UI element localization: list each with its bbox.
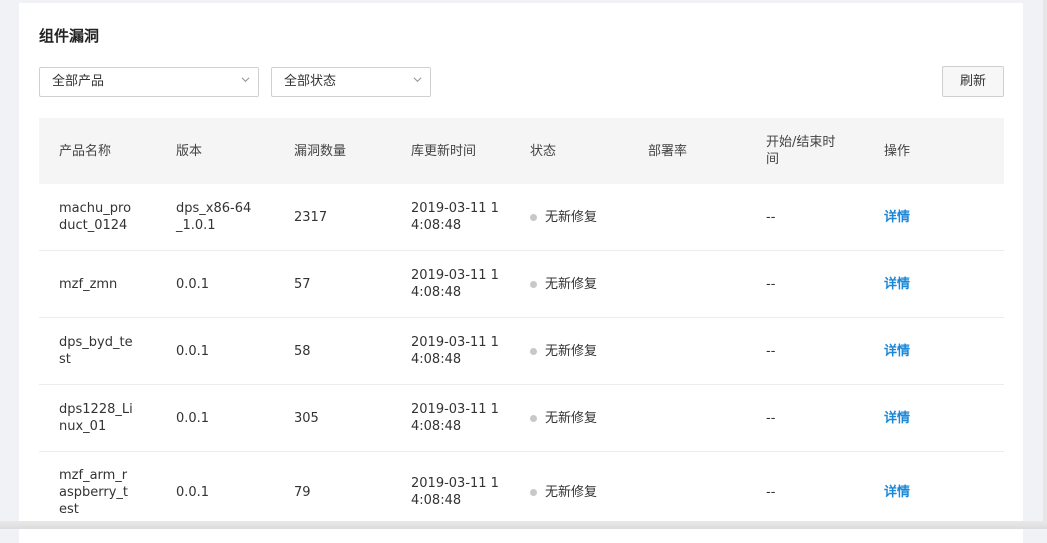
deploy-rate [648, 251, 738, 317]
update-time: 2019-03-11 14:08:48 [411, 335, 499, 367]
status-dot-icon [530, 488, 537, 496]
vulnerability-table: 产品名称 版本 漏洞数量 库更新时间 状态 部署率 开始/结束时间 操作 mac… [39, 118, 1004, 532]
update-time: 2019-03-11 14:08:48 [411, 201, 499, 233]
status-cell: 无新修复 [530, 452, 620, 532]
product-name: dps1228_Linux_01 [59, 402, 133, 434]
status-text: 无新修复 [545, 209, 598, 225]
column-header-product-name: 产品名称 [59, 143, 112, 159]
page-title: 组件漏洞 [39, 27, 100, 45]
product-filter-select[interactable]: 全部产品 [39, 67, 259, 97]
table-row: dps1228_Linux_01 0.0.1 305 2019-03-11 14… [39, 385, 1004, 452]
version: dps_x86-64_1.0.1 [176, 201, 252, 233]
table-row: dps_byd_test 0.0.1 58 2019-03-11 14:08:4… [39, 318, 1004, 385]
deploy-rate [648, 318, 738, 384]
version: 0.0.1 [176, 484, 210, 500]
product-name: dps_byd_test [59, 335, 133, 367]
update-time: 2019-03-11 14:08:48 [411, 476, 499, 508]
status-dot-icon [530, 280, 537, 288]
details-link[interactable]: 详情 [884, 343, 910, 360]
start-end-time: -- [766, 410, 776, 426]
status-text: 无新修复 [545, 276, 598, 292]
status-text: 无新修复 [545, 484, 598, 500]
status-dot-icon [530, 347, 537, 355]
product-filter-value: 全部产品 [52, 74, 105, 89]
column-header-version: 版本 [176, 143, 203, 159]
status-dot-icon [530, 414, 537, 422]
vuln-count: 57 [294, 276, 311, 292]
details-link[interactable]: 详情 [884, 276, 910, 293]
vuln-count: 2317 [294, 209, 328, 225]
deploy-rate [648, 452, 738, 532]
status-cell: 无新修复 [530, 318, 620, 384]
start-end-time: -- [766, 276, 776, 292]
status-cell: 无新修复 [530, 184, 620, 250]
version: 0.0.1 [176, 410, 210, 426]
component-vulnerability-panel: 组件漏洞 全部产品 全部状态 刷新 产品名称 版本 漏洞数量 库更新时间 状态 … [19, 3, 1023, 543]
update-time: 2019-03-11 14:08:48 [411, 268, 499, 300]
details-link[interactable]: 详情 [884, 410, 910, 427]
status-dot-icon [530, 213, 537, 221]
table-row: mzf_arm_raspberry_test 0.0.1 79 2019-03-… [39, 452, 1004, 532]
status-text: 无新修复 [545, 343, 598, 359]
column-header-deploy-rate: 部署率 [648, 143, 688, 159]
column-header-lib-update-time: 库更新时间 [411, 143, 477, 159]
vuln-count: 305 [294, 410, 319, 426]
start-end-time: -- [766, 343, 776, 359]
column-header-start-end-time: 开始/结束时间 [766, 135, 836, 167]
product-name: machu_product_0124 [59, 201, 132, 233]
chevron-down-icon [413, 77, 422, 83]
product-name: mzf_zmn [59, 276, 118, 292]
column-header-status: 状态 [530, 143, 557, 159]
deploy-rate [648, 184, 738, 250]
page-scrollbar[interactable] [1043, 0, 1047, 529]
table-row: mzf_zmn 0.0.1 57 2019-03-11 14:08:48 无新修… [39, 251, 1004, 318]
deploy-rate [648, 385, 738, 451]
status-filter-select[interactable]: 全部状态 [271, 67, 431, 97]
status-filter-value: 全部状态 [284, 74, 337, 89]
chevron-down-icon [241, 77, 250, 83]
bottom-edge-shadow [0, 521, 1047, 529]
column-header-action: 操作 [884, 143, 911, 159]
refresh-button[interactable]: 刷新 [942, 66, 1004, 97]
update-time: 2019-03-11 14:08:48 [411, 402, 499, 434]
table-header: 产品名称 版本 漏洞数量 库更新时间 状态 部署率 开始/结束时间 操作 [39, 118, 1004, 184]
start-end-time: -- [766, 484, 776, 500]
version: 0.0.1 [176, 276, 210, 292]
vuln-count: 58 [294, 343, 311, 359]
status-cell: 无新修复 [530, 385, 620, 451]
details-link[interactable]: 详情 [884, 484, 910, 501]
table-row: machu_product_0124 dps_x86-64_1.0.1 2317… [39, 184, 1004, 251]
vuln-count: 79 [294, 484, 311, 500]
status-cell: 无新修复 [530, 251, 620, 317]
status-text: 无新修复 [545, 410, 598, 426]
details-link[interactable]: 详情 [884, 209, 910, 226]
version: 0.0.1 [176, 343, 210, 359]
product-name: mzf_arm_raspberry_test [59, 467, 128, 517]
start-end-time: -- [766, 209, 776, 225]
column-header-vuln-count: 漏洞数量 [294, 143, 347, 159]
